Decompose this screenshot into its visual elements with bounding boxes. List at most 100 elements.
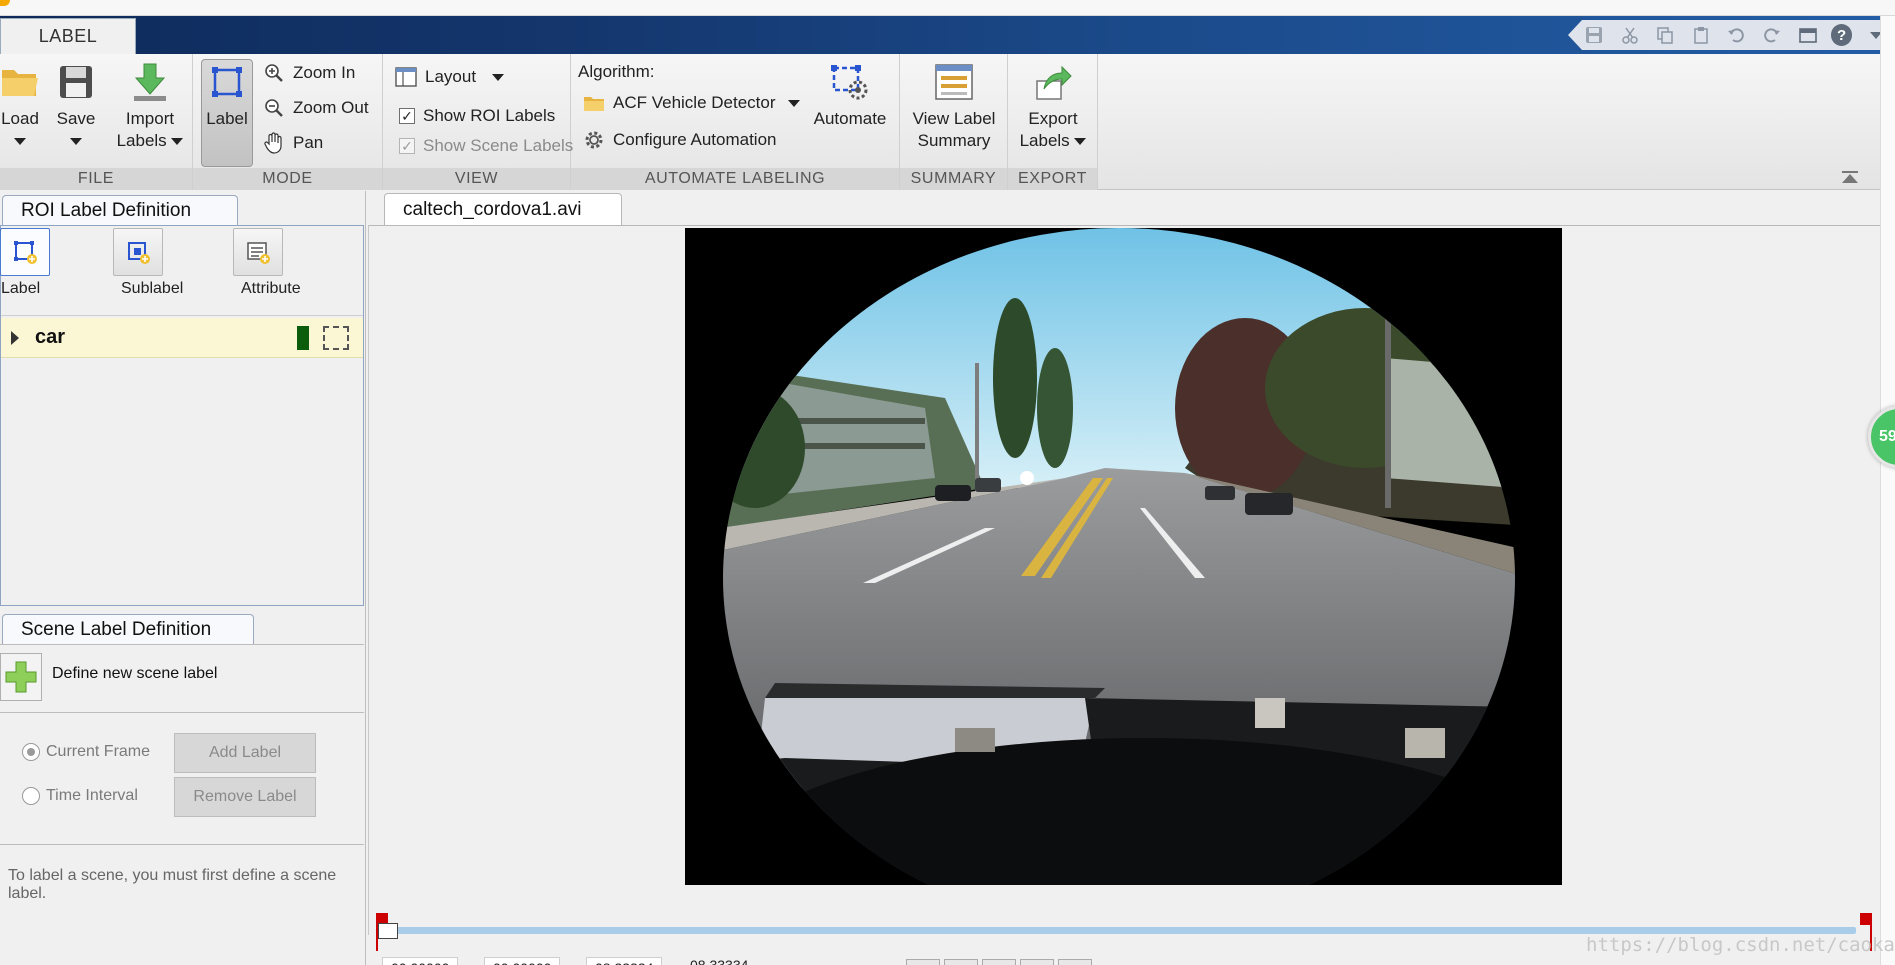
pan-button[interactable]: Pan	[263, 132, 323, 154]
left-panel: ROI Label Definition Label Sublabel Attr…	[0, 191, 366, 965]
collapse-ribbon-bar-icon	[1842, 171, 1858, 173]
save-button[interactable]: Save	[54, 60, 98, 145]
checkbox-disabled-icon: ✓	[399, 138, 415, 154]
summary-group: View Label Summary SUMMARY	[900, 54, 1008, 190]
playback-prev-button[interactable]	[944, 959, 978, 965]
time-interval-radio: Time Interval	[22, 787, 138, 805]
playback-next-button[interactable]	[1020, 959, 1054, 965]
sublabel-tool-label: Sublabel	[121, 280, 184, 297]
paste-icon[interactable]	[1689, 24, 1714, 46]
attribute-tool-icon	[247, 242, 270, 264]
show-roi-labels-checkbox[interactable]: ✓ Show ROI Labels	[399, 106, 555, 126]
export-group: Export Labels EXPORT	[1008, 54, 1098, 190]
timeline-track[interactable]	[376, 927, 1856, 934]
expand-triangle-icon[interactable]	[11, 331, 19, 345]
zoom-in-button[interactable]: Zoom In	[263, 62, 355, 84]
attribute-tool-label: Attribute	[241, 280, 301, 297]
sublabel-tool-icon	[128, 242, 150, 264]
layout-button[interactable]: Layout	[395, 66, 505, 88]
export-labels-button[interactable]: Export Labels	[1014, 60, 1092, 152]
export-caret-icon	[1074, 138, 1087, 146]
ribbon: Load Save Import Labels FILE Label Zoom …	[0, 54, 1880, 190]
window-icon[interactable]	[1795, 24, 1820, 46]
label-color-swatch	[297, 326, 309, 350]
automate-icon	[828, 60, 872, 104]
radio-unselected-icon	[22, 787, 40, 805]
playback-first-button[interactable]	[906, 959, 940, 965]
roi-label-panel: Label Sublabel Attribute car	[0, 225, 364, 606]
zoom-in-icon	[263, 62, 285, 84]
checkbox-checked-icon: ✓	[399, 108, 415, 124]
label-rectangle-icon	[205, 60, 249, 104]
file-group: Load Save Import Labels FILE	[0, 54, 193, 190]
video-viewer	[368, 225, 1880, 935]
add-scene-label-button[interactable]	[0, 653, 42, 701]
right-edge	[1880, 16, 1895, 965]
rectangle-type-icon	[323, 326, 349, 350]
layout-icon	[395, 66, 417, 88]
algorithm-select[interactable]: ACF Vehicle Detector	[583, 92, 800, 114]
collapse-ribbon-icon[interactable]	[1842, 174, 1858, 183]
fisheye-road-image	[685, 228, 1562, 885]
app-logo-icon	[0, 0, 10, 6]
playback-last-button[interactable]	[1058, 959, 1092, 965]
algorithm-label: Algorithm:	[578, 62, 655, 81]
redo-icon[interactable]	[1760, 24, 1785, 46]
title-strip	[0, 0, 1895, 16]
timeline-thumb[interactable]	[378, 923, 398, 939]
zoom-out-button[interactable]: Zoom Out	[263, 97, 369, 119]
automate-button[interactable]: Automate	[807, 60, 893, 130]
configure-automation-button[interactable]: Configure Automation	[583, 129, 777, 151]
tab-video-file[interactable]: caltech_cordova1.avi	[384, 193, 622, 225]
remove-label-button: Remove Label	[174, 777, 316, 817]
watermark: https://blog.csdn.net/caokaifa	[1586, 934, 1895, 956]
cut-icon[interactable]	[1618, 24, 1643, 46]
summary-window-icon	[932, 60, 976, 104]
folder-icon	[0, 60, 42, 104]
mode-group: Label Zoom In Zoom Out Pan MODE	[193, 54, 383, 190]
import-labels-button[interactable]: Import Labels	[112, 60, 188, 152]
copy-icon[interactable]	[1653, 24, 1678, 46]
define-scene-label-text: Define new scene label	[52, 665, 218, 682]
tab-roi-label-definition[interactable]: ROI Label Definition	[2, 195, 238, 225]
import-caret-icon	[171, 138, 184, 146]
export-arrow-icon	[1031, 60, 1075, 104]
scene-label-panel: Define new scene label Current Frame Add…	[0, 644, 364, 965]
zoom-out-icon	[263, 97, 285, 119]
add-attribute-tool-button[interactable]	[233, 228, 283, 276]
view-label-summary-button[interactable]: View Label Summary	[904, 60, 1004, 152]
label-tool-icon	[14, 241, 37, 264]
hand-icon	[263, 132, 285, 154]
label-tool-label: Label	[1, 280, 41, 297]
tab-label[interactable]: LABEL	[0, 18, 136, 54]
automate-labeling-group: Algorithm: ACF Vehicle Detector Configur…	[571, 54, 900, 190]
quick-access-toolbar: ?	[1568, 20, 1888, 50]
roi-toolbar: Label Sublabel Attribute	[0, 226, 363, 316]
show-scene-labels-checkbox: ✓ Show Scene Labels	[399, 136, 573, 156]
save-caret-icon	[70, 138, 82, 145]
roi-label-name: car	[35, 326, 66, 348]
video-frame[interactable]	[685, 228, 1562, 885]
save-icon[interactable]	[1582, 24, 1607, 46]
define-scene-row: Define new scene label	[0, 645, 364, 713]
add-label-tool-button[interactable]	[0, 228, 50, 276]
playback-play-button[interactable]	[982, 959, 1016, 965]
tab-scene-label-definition[interactable]: Scene Label Definition	[2, 614, 254, 644]
plus-icon	[5, 661, 37, 693]
load-button[interactable]: Load	[0, 60, 40, 145]
gear-icon	[583, 129, 605, 151]
start-time-field[interactable]: 00.00000	[382, 957, 459, 965]
layout-caret-icon	[492, 73, 505, 81]
undo-icon[interactable]	[1724, 24, 1749, 46]
radio-selected-icon	[22, 743, 40, 761]
roi-label-row-car[interactable]: car	[1, 318, 363, 358]
help-icon[interactable]: ?	[1830, 24, 1853, 46]
end-time-field[interactable]: 08.33334	[586, 957, 663, 965]
main-area: caltech_cordova1.avi 08.33334	[368, 191, 1880, 965]
import-arrow-icon	[128, 60, 172, 104]
max-time-label: 08.33334	[690, 957, 749, 965]
add-label-button: Add Label	[174, 733, 316, 773]
add-sublabel-tool-button[interactable]	[113, 228, 163, 276]
folder-small-icon	[583, 92, 605, 114]
current-time-field[interactable]: 00.00000	[484, 957, 561, 965]
